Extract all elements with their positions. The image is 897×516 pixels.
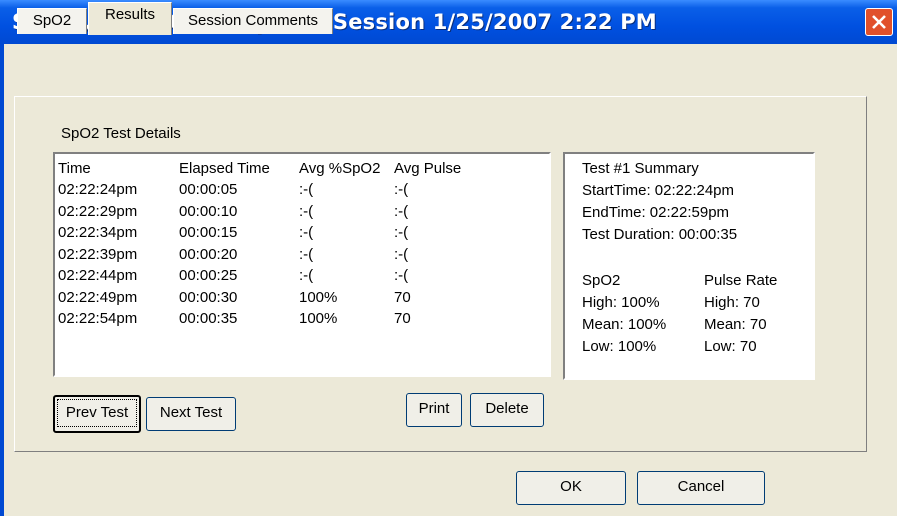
pulse-low: Low: 70 (704, 338, 757, 355)
prev-test-label: Prev Test (57, 399, 137, 427)
summary-start: StartTime: 02:22:24pm (582, 182, 735, 199)
print-button[interactable]: Print (406, 393, 462, 427)
cell-spo2: 100% (299, 288, 338, 306)
next-test-label: Next Test (159, 404, 223, 421)
cancel-label: Cancel (677, 478, 725, 495)
cancel-button[interactable]: Cancel (637, 471, 765, 505)
delete-button[interactable]: Delete (470, 393, 544, 427)
window-border (0, 44, 4, 516)
test-summary: Test #1 Summary StartTime: 02:22:24pm En… (563, 152, 815, 380)
table-row[interactable]: 02:22:49pm 00:00:30 100% 70 (55, 289, 549, 310)
cell-time: 02:22:44pm (58, 267, 138, 284)
close-button[interactable] (865, 8, 893, 36)
table-row[interactable]: 02:22:24pm 00:00:05 :-( :-( (55, 181, 549, 202)
prev-test-button[interactable]: Prev Test (53, 395, 141, 433)
cell-spo2: :-( (299, 181, 314, 198)
cell-spo2: :-( (299, 245, 314, 263)
cell-elapsed: 00:00:25 (179, 267, 238, 284)
cell-elapsed: 00:00:30 (179, 288, 238, 306)
tab-spo2[interactable]: SpO2 (17, 8, 87, 34)
column-header-spo2: Avg %SpO2 (299, 160, 381, 177)
print-label: Print (418, 400, 450, 417)
cell-pulse: :-( (394, 181, 409, 198)
pulse-mean: Mean: 70 (704, 316, 767, 333)
cell-spo2: :-( (299, 224, 314, 241)
cell-spo2: 100% (299, 310, 338, 327)
pulse-high: High: 70 (704, 294, 760, 311)
cell-time: 02:22:49pm (58, 288, 138, 306)
table-row[interactable]: 02:22:29pm 00:00:10 :-( :-( (55, 203, 549, 224)
summary-duration: Test Duration: 00:00:35 (582, 226, 738, 243)
close-icon (872, 15, 886, 29)
delete-label: Delete (485, 400, 529, 417)
cell-pulse: :-( (394, 224, 409, 241)
cell-elapsed: 00:00:35 (179, 310, 238, 327)
cell-time: 02:22:29pm (58, 202, 138, 220)
column-header-elapsed: Elapsed Time (179, 160, 270, 177)
spo2-high: High: 100% (582, 294, 660, 311)
column-header-pulse: Avg Pulse (394, 160, 462, 177)
cell-time: 02:22:54pm (58, 310, 138, 327)
cell-elapsed: 00:00:20 (179, 245, 238, 263)
pulse-header: Pulse Rate (704, 272, 778, 289)
cell-time: 02:22:39pm (58, 245, 138, 263)
spo2-low: Low: 100% (582, 338, 657, 355)
tab-session-comments[interactable]: Session Comments (173, 8, 333, 34)
cell-elapsed: 00:00:05 (179, 181, 238, 198)
summary-title: Test #1 Summary (582, 160, 699, 177)
cell-time: 02:22:34pm (58, 224, 138, 241)
test-details-list[interactable]: Time Elapsed Time Avg %SpO2 Avg Pulse 02… (53, 152, 551, 377)
tab-label: SpO2 (32, 12, 72, 29)
ok-button[interactable]: OK (516, 471, 626, 505)
cell-elapsed: 00:00:15 (179, 224, 238, 241)
tab-label: Results (104, 6, 156, 23)
table-row[interactable]: 02:22:54pm 00:00:35 100% 70 (55, 310, 549, 331)
table-row[interactable]: 02:22:39pm 00:00:20 :-( :-( (55, 246, 549, 267)
spo2-mean: Mean: 100% (582, 316, 667, 333)
cell-pulse: :-( (394, 267, 409, 284)
ok-label: OK (560, 478, 582, 495)
cell-pulse: :-( (394, 202, 409, 220)
table-row[interactable]: 02:22:44pm 00:00:25 :-( :-( (55, 267, 549, 288)
table-row[interactable]: 02:22:34pm 00:00:15 :-( :-( (55, 224, 549, 245)
cell-pulse: 70 (394, 288, 411, 306)
column-header-time: Time (58, 160, 91, 177)
details-heading: SpO2 Test Details (61, 125, 181, 142)
tab-label: Session Comments (187, 12, 319, 29)
next-test-button[interactable]: Next Test (146, 397, 236, 431)
cell-time: 02:22:24pm (58, 181, 138, 198)
cell-elapsed: 00:00:10 (179, 202, 238, 220)
cell-pulse: 70 (394, 310, 411, 327)
cell-spo2: :-( (299, 267, 314, 284)
summary-end: EndTime: 02:22:59pm (582, 204, 730, 221)
tab-results[interactable]: Results (88, 2, 172, 35)
list-header: Time Elapsed Time Avg %SpO2 Avg Pulse (55, 160, 549, 181)
cell-pulse: :-( (394, 245, 409, 263)
spo2-header: SpO2 (582, 272, 621, 289)
cell-spo2: :-( (299, 202, 314, 220)
